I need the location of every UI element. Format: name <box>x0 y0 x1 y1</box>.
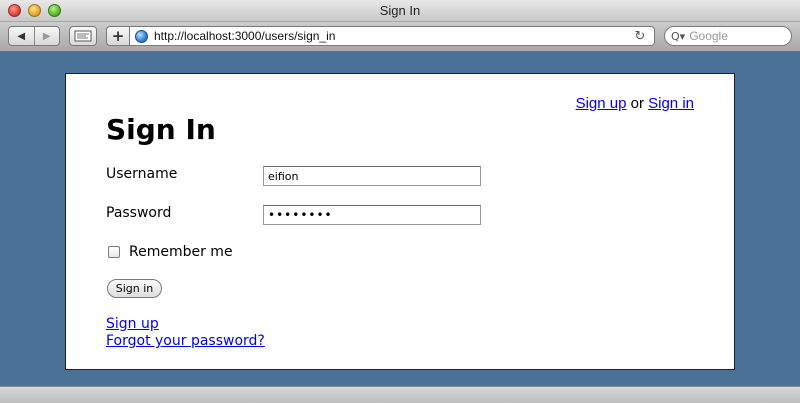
remember-me-label[interactable]: Remember me <box>129 244 233 260</box>
forgot-password-link[interactable]: Forgot your password? <box>106 333 265 349</box>
snapback-icon <box>74 30 92 42</box>
browser-toolbar: ◀ ▶ + http://localhost:3000/users/sign_i… <box>0 22 800 52</box>
history-nav: ◀ ▶ <box>8 26 60 46</box>
status-bar <box>0 386 800 403</box>
remember-me-checkbox[interactable] <box>108 246 120 258</box>
plus-icon: + <box>111 26 125 45</box>
remember-me-row: Remember me <box>108 244 233 260</box>
snapback-button[interactable] <box>69 26 97 46</box>
back-arrow-icon: ◀ <box>17 30 26 42</box>
password-label: Password <box>106 205 172 221</box>
sign-in-button[interactable]: Sign in <box>107 279 162 298</box>
search-icon: Q▾ <box>671 29 686 43</box>
add-bookmark-button[interactable]: + <box>106 26 130 46</box>
search-field[interactable]: Q▾ <box>664 26 792 46</box>
forward-arrow-icon: ▶ <box>42 30 51 42</box>
username-label: Username <box>106 166 178 182</box>
username-field[interactable] <box>263 166 481 186</box>
password-field[interactable] <box>263 205 481 225</box>
title-bar: Sign In <box>0 0 800 22</box>
url-text[interactable]: http://localhost:3000/users/sign_in <box>154 29 632 43</box>
window-title: Sign In <box>379 3 421 18</box>
back-button[interactable]: ◀ <box>9 27 34 45</box>
address-bar[interactable]: http://localhost:3000/users/sign_in ↻ <box>130 26 655 46</box>
sign-up-link[interactable]: Sign up <box>106 316 159 332</box>
top-links: Sign up or Sign in <box>576 95 694 112</box>
top-links-separator: or <box>630 95 644 112</box>
reload-icon[interactable]: ↻ <box>632 29 648 44</box>
top-sign-in-link[interactable]: Sign in <box>648 95 694 112</box>
search-input[interactable] <box>689 29 785 43</box>
bottom-links: Sign up Forgot your password? <box>106 316 265 350</box>
page-content: Sign up or Sign in Sign In Username Pass… <box>65 73 735 370</box>
page-title: Sign In <box>106 113 216 146</box>
forward-button[interactable]: ▶ <box>33 27 60 45</box>
globe-icon <box>135 29 148 43</box>
top-sign-up-link[interactable]: Sign up <box>576 95 627 112</box>
